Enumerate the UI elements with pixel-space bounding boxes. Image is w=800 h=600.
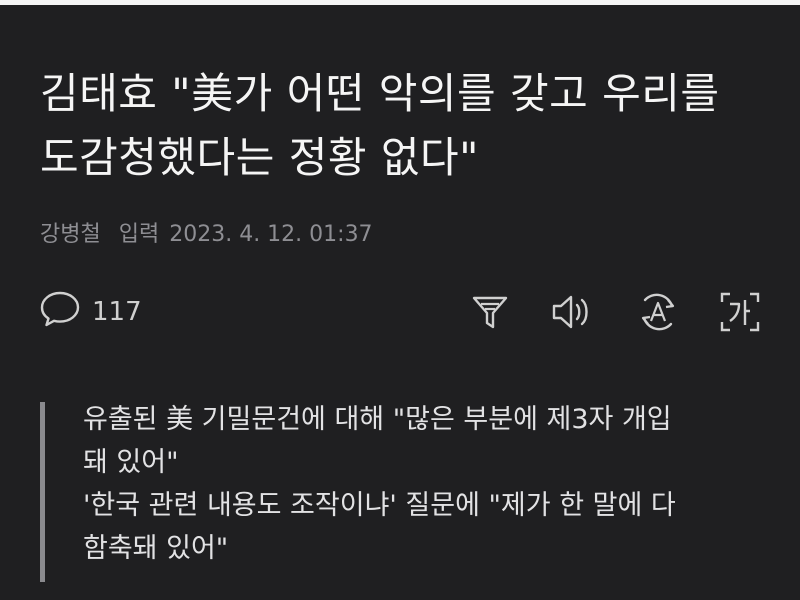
subheadline-line: 돼 있어" bbox=[83, 447, 179, 478]
subheadline-line: 유출된 美 기밀문건에 대해 "많은 부분에 제3자 개입 bbox=[83, 404, 672, 435]
comment-icon bbox=[40, 289, 80, 336]
speaker-icon bbox=[550, 292, 594, 332]
top-edge-bar bbox=[0, 0, 800, 5]
quote-bar bbox=[40, 402, 45, 582]
font-size-icon bbox=[718, 290, 762, 334]
translate-button[interactable] bbox=[636, 288, 680, 336]
summary-icon bbox=[470, 292, 510, 332]
article-title: 김태효 "美가 어떤 악의를 갖고 우리를 도감청했다는 정황 없다" bbox=[40, 69, 720, 182]
subheadline-quote: 유출된 美 기밀문건에 대해 "많은 부분에 제3자 개입 돼 있어" '한국 … bbox=[40, 398, 770, 583]
comment-button[interactable]: 117 bbox=[40, 288, 142, 336]
translate-icon bbox=[636, 290, 680, 334]
published-time: 2023. 4. 12. 01:37 bbox=[169, 222, 373, 247]
subheadline-text: 유출된 美 기밀문건에 대해 "많은 부분에 제3자 개입 돼 있어" '한국 … bbox=[83, 398, 773, 570]
audio-button[interactable] bbox=[550, 288, 594, 336]
subheadline-line: '한국 관련 내용도 조작이냐' 질문에 "제가 한 말에 다 bbox=[83, 490, 676, 521]
comment-count: 117 bbox=[92, 297, 142, 327]
font-size-button[interactable] bbox=[718, 288, 762, 336]
subheadline-line: 함축돼 있어" bbox=[83, 533, 229, 564]
article-meta: 강병철 입력 2023. 4. 12. 01:37 bbox=[40, 220, 373, 250]
author-name[interactable]: 강병철 bbox=[40, 220, 101, 250]
summary-button[interactable] bbox=[468, 288, 512, 336]
article-toolbar: 117 bbox=[40, 288, 760, 336]
published-label: 입력 bbox=[118, 222, 160, 247]
